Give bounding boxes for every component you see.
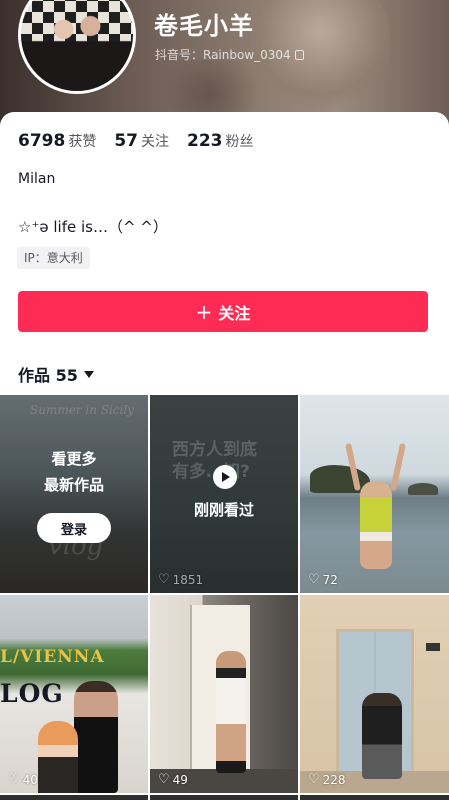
avatar[interactable] [18, 0, 136, 94]
tile-like-count: ♡ 72 [308, 572, 338, 587]
heart-icon: ♡ [158, 772, 170, 787]
like-count-value: 72 [322, 572, 338, 587]
video-tile-vienna[interactable]: L/VIENNA LOG ♡ 40 [0, 595, 148, 793]
like-count-value: 228 [322, 772, 346, 787]
video-tile-beach[interactable]: ♡ 72 [300, 395, 449, 593]
tile-dim-overlay [150, 395, 298, 593]
video-grid: Summer in Sicily vlog 看更多 最新作品 登录 西方人到底 … [0, 395, 449, 793]
login-button[interactable]: 登录 [37, 513, 111, 543]
video-tile-recently-watched[interactable]: 西方人到底 有多…知? 刚刚看过 ♡ 1851 [150, 395, 298, 593]
caret-down-icon [83, 370, 94, 378]
follow-button-label: 关注 [218, 303, 251, 323]
tile-like-count: ♡ 40 [8, 772, 38, 787]
see-more-line2: 最新作品 [43, 476, 104, 494]
heart-icon: ♡ [308, 772, 320, 787]
stat-likes[interactable]: 6798 获赞 [18, 131, 96, 151]
tile-bg-sign [426, 643, 440, 651]
follow-button[interactable]: + 关注 [18, 291, 428, 332]
stats-row: 6798 获赞 57 关注 223 粉丝 [18, 131, 254, 151]
tile-bg-rock [408, 483, 438, 495]
ip-location-tag: IP：意大利 [17, 247, 90, 269]
stat-followers-value: 223 [187, 131, 223, 151]
tile-figure [360, 481, 392, 569]
username: 卷毛小羊 [154, 12, 254, 40]
bio-text: ☆⁺ə life is…（^ ^） [18, 218, 168, 236]
tile-like-count: ♡ 1851 [158, 572, 203, 587]
stat-following-value: 57 [114, 131, 138, 151]
heart-icon: ♡ [308, 572, 320, 587]
next-row-tile-edge [0, 795, 148, 800]
like-count-value: 1851 [172, 572, 204, 587]
tile-figure [362, 693, 402, 779]
stat-followers[interactable]: 223 粉丝 [187, 131, 254, 151]
like-count-value: 49 [172, 772, 188, 787]
tile-figure [74, 681, 118, 793]
stat-following-label: 关注 [141, 134, 169, 150]
tile-figure [216, 651, 246, 773]
tile-figure [38, 721, 78, 793]
video-tile-doorway[interactable]: ♡ 228 [300, 595, 449, 793]
video-tile-outfit[interactable]: ♡ 49 [150, 595, 298, 793]
copy-icon[interactable] [294, 50, 304, 60]
see-more-line1: 看更多 [51, 450, 97, 468]
next-row-tile-edge [150, 795, 298, 800]
play-icon [213, 465, 237, 489]
tab-works-label: 作品 55 [18, 366, 78, 385]
stat-likes-label: 获赞 [68, 134, 97, 150]
see-more-text: 看更多 最新作品 [0, 446, 148, 498]
tile-sign-text: LOG [0, 679, 64, 708]
tab-works[interactable]: 作品 55 [18, 362, 94, 386]
tile-like-count: ♡ 228 [308, 772, 346, 787]
next-row-tile-edge [300, 795, 449, 800]
heart-icon: ♡ [158, 572, 170, 587]
tile-sign-text: L/VIENNA [0, 647, 105, 667]
video-tile-latest[interactable]: Summer in Sicily vlog 看更多 最新作品 登录 [0, 395, 148, 593]
tile-figure-arm [390, 442, 406, 492]
recently-watched-label: 刚刚看过 [193, 501, 254, 519]
stat-following[interactable]: 57 关注 [114, 131, 169, 151]
location-text: Milan [18, 171, 56, 187]
stat-likes-value: 6798 [18, 131, 66, 151]
plus-icon: + [195, 299, 213, 324]
user-handle[interactable]: 抖音号：Rainbow_0304 [155, 46, 304, 63]
heart-icon: ♡ [8, 772, 20, 787]
profile-header-background: 卷毛小羊 抖音号：Rainbow_0304 [0, 0, 449, 128]
stat-followers-label: 粉丝 [225, 134, 254, 150]
like-count-value: 40 [22, 772, 38, 787]
tile-like-count: ♡ 49 [158, 772, 188, 787]
handle-text: 抖音号：Rainbow_0304 [155, 48, 291, 62]
